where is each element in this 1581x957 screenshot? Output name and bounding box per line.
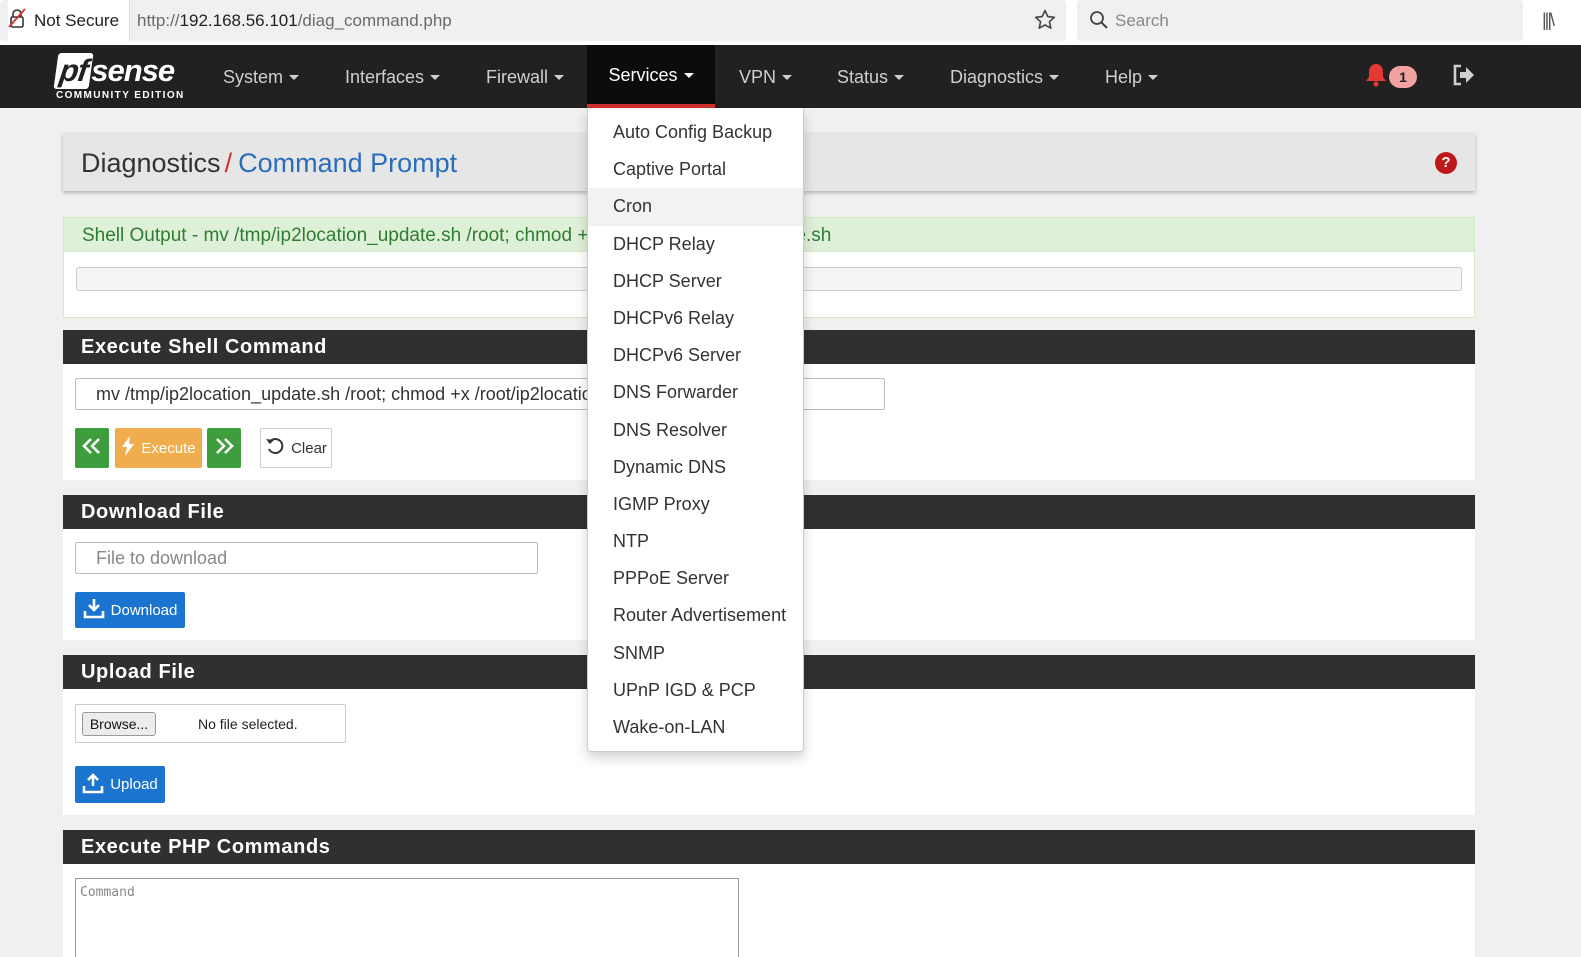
no-file-label: No file selected. [198,716,298,732]
menu-item-upnp-igd-pcp[interactable]: UPnP IGD & PCP [588,672,803,709]
caret-down-icon [430,75,441,80]
breadcrumb-separator: / [224,148,233,178]
execute-label: Execute [141,439,196,457]
undo-icon [265,436,285,460]
breadcrumb: Diagnostics / Command Prompt [81,133,457,193]
caret-down-icon [289,75,300,80]
services-dropdown-menu: Auto Config Backup Captive Portal Cron D… [587,108,804,752]
search-placeholder: Search [1115,11,1169,30]
logout-icon[interactable] [1451,63,1477,92]
execute-button[interactable]: Execute [115,428,202,468]
menu-item-snmp[interactable]: SNMP [588,635,803,672]
browse-button[interactable]: Browse... [82,712,156,736]
main-navbar: pfsense COMMUNITY EDITION System Interfa… [0,45,1581,108]
history-back-button[interactable] [75,428,109,468]
browser-toolbar: Not Secure http://192.168.56.101/diag_co… [0,0,1581,45]
browser-search-field[interactable]: Search [1077,0,1523,41]
menu-item-captive-portal[interactable]: Captive Portal [588,151,803,188]
site-security-indicator[interactable]: Not Secure [8,0,131,41]
menu-item-dns-forwarder[interactable]: DNS Forwarder [588,374,803,411]
menu-item-dhcpv6-server[interactable]: DHCPv6 Server [588,337,803,374]
insecure-lock-icon [8,8,26,33]
url-host: 192.168.56.101 [179,11,298,30]
nav-vpn[interactable]: VPN [739,45,793,108]
execute-php-panel: Execute PHP Commands Command [63,830,1475,957]
logo-wordmark: pfsense [53,53,175,89]
upload-button[interactable]: Upload [75,766,165,803]
url-path: /diag_command.php [297,11,452,30]
php-command-textarea[interactable]: Command [75,878,739,957]
menu-item-wake-on-lan[interactable]: Wake-on-LAN [588,709,803,746]
caret-down-icon [1049,75,1060,80]
file-to-download-input[interactable]: File to download [75,542,538,574]
menu-item-auto-config-backup[interactable]: Auto Config Backup [588,114,803,151]
upload-icon [82,772,104,798]
breadcrumb-parent: Diagnostics [81,148,221,178]
nav-interfaces[interactable]: Interfaces [345,45,441,108]
caret-down-icon [782,75,793,80]
pfsense-logo[interactable]: pfsense COMMUNITY EDITION [53,53,191,103]
download-label: Download [110,601,178,619]
logo-edition: COMMUNITY EDITION [56,90,185,101]
double-chevron-right-icon [213,437,235,459]
caret-down-icon [1148,75,1159,80]
caret-down-icon [683,73,694,78]
nav-help[interactable]: Help [1105,45,1159,108]
menu-item-igmp-proxy[interactable]: IGMP Proxy [588,486,803,523]
help-icon[interactable]: ? [1435,152,1457,174]
menu-item-dhcp-server[interactable]: DHCP Server [588,263,803,300]
download-button[interactable]: Download [75,592,185,628]
menu-item-dhcpv6-relay[interactable]: DHCPv6 Relay [588,300,803,337]
menu-item-cron[interactable]: Cron [588,188,803,226]
menu-item-router-advertisement[interactable]: Router Advertisement [588,597,803,634]
library-icon[interactable]: |||\ [1542,10,1555,31]
menu-item-dns-resolver[interactable]: DNS Resolver [588,412,803,449]
nav-system[interactable]: System [223,45,300,108]
search-icon [1089,10,1109,35]
nav-services[interactable]: Services [587,45,715,108]
caret-down-icon [894,75,905,80]
url-text[interactable]: http://192.168.56.101/diag_command.php [137,0,452,41]
clear-button[interactable]: Clear [260,428,332,468]
bookmark-star-icon[interactable] [1033,8,1057,32]
menu-item-pppoe-server[interactable]: PPPoE Server [588,560,803,597]
download-icon [83,597,105,623]
history-forward-button[interactable] [207,428,241,468]
nav-diagnostics[interactable]: Diagnostics [950,45,1060,108]
nav-firewall[interactable]: Firewall [486,45,565,108]
breadcrumb-current[interactable]: Command Prompt [238,148,457,178]
url-scheme: http:// [137,11,180,30]
menu-item-dhcp-relay[interactable]: DHCP Relay [588,226,803,263]
notification-bell-icon[interactable] [1364,62,1388,93]
menu-item-dynamic-dns[interactable]: Dynamic DNS [588,449,803,486]
execute-php-heading: Execute PHP Commands [63,830,1475,864]
notification-count-badge[interactable]: 1 [1389,66,1417,88]
caret-down-icon [554,75,565,80]
bolt-icon [121,436,135,460]
file-chooser[interactable]: Browse... No file selected. [75,704,346,743]
address-bar[interactable]: Not Secure http://192.168.56.101/diag_co… [0,0,1066,41]
double-chevron-left-icon [81,437,103,459]
menu-item-ntp[interactable]: NTP [588,523,803,560]
upload-label: Upload [110,776,158,793]
clear-label: Clear [291,439,327,457]
nav-status[interactable]: Status [837,45,905,108]
security-label: Not Secure [34,10,120,30]
